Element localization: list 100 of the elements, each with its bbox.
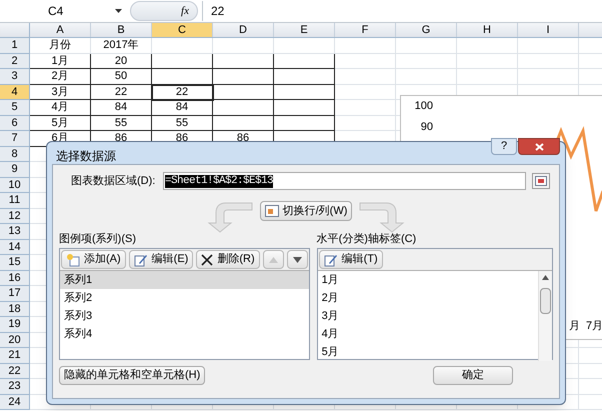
grid-cell [518,54,579,69]
axis-label: 7月 [586,319,602,334]
row-header[interactable]: 7 [0,131,30,146]
column-header[interactable]: I [518,23,579,37]
list-item[interactable]: 3月 [318,307,538,325]
table-cell [274,69,335,84]
row-header[interactable]: 1 [0,38,30,54]
grid-cell [396,54,457,69]
table-cell: 55 [152,116,213,131]
row-header[interactable]: 15 [0,255,30,270]
row-header[interactable]: 22 [0,364,30,379]
table-cell [213,100,274,116]
table-cell [213,69,274,84]
remove-icon [201,254,214,266]
grid-cell [213,38,274,54]
name-box[interactable]: C4 [0,1,130,21]
grid-cell [335,69,396,84]
table-cell [274,100,335,116]
row-header[interactable]: 23 [0,379,30,394]
help-button[interactable]: ? [491,138,517,155]
grid-cell [152,38,213,54]
grid-cell [335,100,396,116]
list-item[interactable]: 4月 [318,325,538,343]
row-header[interactable]: 5 [0,100,30,116]
move-down-button[interactable] [286,250,308,269]
list-item[interactable]: 系列2 [60,289,309,307]
table-cell: 2017年 [91,38,152,54]
grid-cell [518,38,579,54]
list-item[interactable]: 1月 [318,271,538,289]
column-header[interactable]: F [335,23,396,37]
close-button[interactable] [518,138,560,155]
column-header[interactable]: C [152,23,213,37]
column-header[interactable]: D [213,23,274,37]
row-header[interactable]: 13 [0,224,30,240]
table-cell: 50 [91,69,152,84]
table-cell: 4月 [30,100,91,116]
table-cell: 1月 [30,54,91,69]
row-header[interactable]: 4 [0,84,30,100]
list-item[interactable]: 系列4 [60,325,309,343]
grid-cell [457,38,518,54]
pencil-icon [324,252,338,266]
scrollbar[interactable] [538,271,552,361]
dialog-title: 选择数据源 [56,149,116,163]
grid-cell [335,54,396,69]
ok-button[interactable]: 确定 [433,366,513,385]
table-cell: 55 [91,116,152,131]
row-header[interactable]: 12 [0,208,30,224]
grid-cell [457,54,518,69]
row-header[interactable]: 2 [0,54,30,69]
list-item[interactable]: 5月 [318,343,538,361]
grid-icon [535,176,547,186]
column-header[interactable]: G [396,23,457,37]
table-cell [274,54,335,69]
row-header[interactable]: 10 [0,178,30,193]
list-item[interactable]: 系列1 [60,271,309,289]
table-cell: 22 [91,84,152,100]
row-header[interactable]: 24 [0,394,30,410]
row-header[interactable]: 20 [0,332,30,348]
row-header[interactable]: 19 [0,317,30,332]
table-cell: 2月 [30,69,91,84]
list-item[interactable]: 系列3 [60,307,309,325]
table-cell: 5月 [30,116,91,131]
edit-button[interactable]: 编辑(E) [128,250,194,269]
range-label: 图表数据区域(D): [70,174,156,189]
remove-button[interactable]: 删除(R) [196,250,260,269]
range-picker-button[interactable] [532,173,550,189]
column-header[interactable]: H [457,23,518,37]
scroll-thumb[interactable] [540,288,551,314]
hidden-cells-button[interactable]: 隐藏的单元格和空单元格(H) [59,366,206,385]
edit-button[interactable]: 编辑(T) [318,250,383,269]
axis-label: 月 [569,319,580,334]
list-item[interactable]: 2月 [318,289,538,307]
close-icon [534,142,544,150]
range-field[interactable]: =Sheet1!$A$2:$E$13 [163,172,526,190]
axis-label: 90 [420,122,433,133]
grid-cell [396,38,457,54]
formula-field[interactable]: 22 [202,1,602,21]
row-header[interactable]: 16 [0,270,30,286]
triangle-up-icon [268,256,278,262]
row-header[interactable]: 6 [0,116,30,131]
switch-row-column-button[interactable]: 切换行/列(W) [260,201,352,221]
axis-label: 100 [414,101,433,112]
column-header[interactable]: A [30,23,91,37]
row-header[interactable]: 14 [0,240,30,255]
table-cell: 3月 [30,84,91,100]
row-header[interactable]: 17 [0,286,30,302]
dropdown-icon [115,9,122,13]
function-icon[interactable]: fx [181,2,189,20]
row-header[interactable]: 21 [0,348,30,364]
row-header[interactable]: 8 [0,146,30,162]
column-header[interactable]: E [274,23,335,37]
row-header[interactable]: 11 [0,193,30,208]
table-cell: 月份 [30,38,91,54]
row-header[interactable]: 9 [0,162,30,178]
pencil-icon [134,252,148,266]
triangle-down-icon [292,256,302,262]
add-button[interactable]: 添加(A) [61,250,126,269]
row-header[interactable]: 3 [0,69,30,84]
table-cell [213,54,274,69]
row-header[interactable]: 18 [0,302,30,317]
